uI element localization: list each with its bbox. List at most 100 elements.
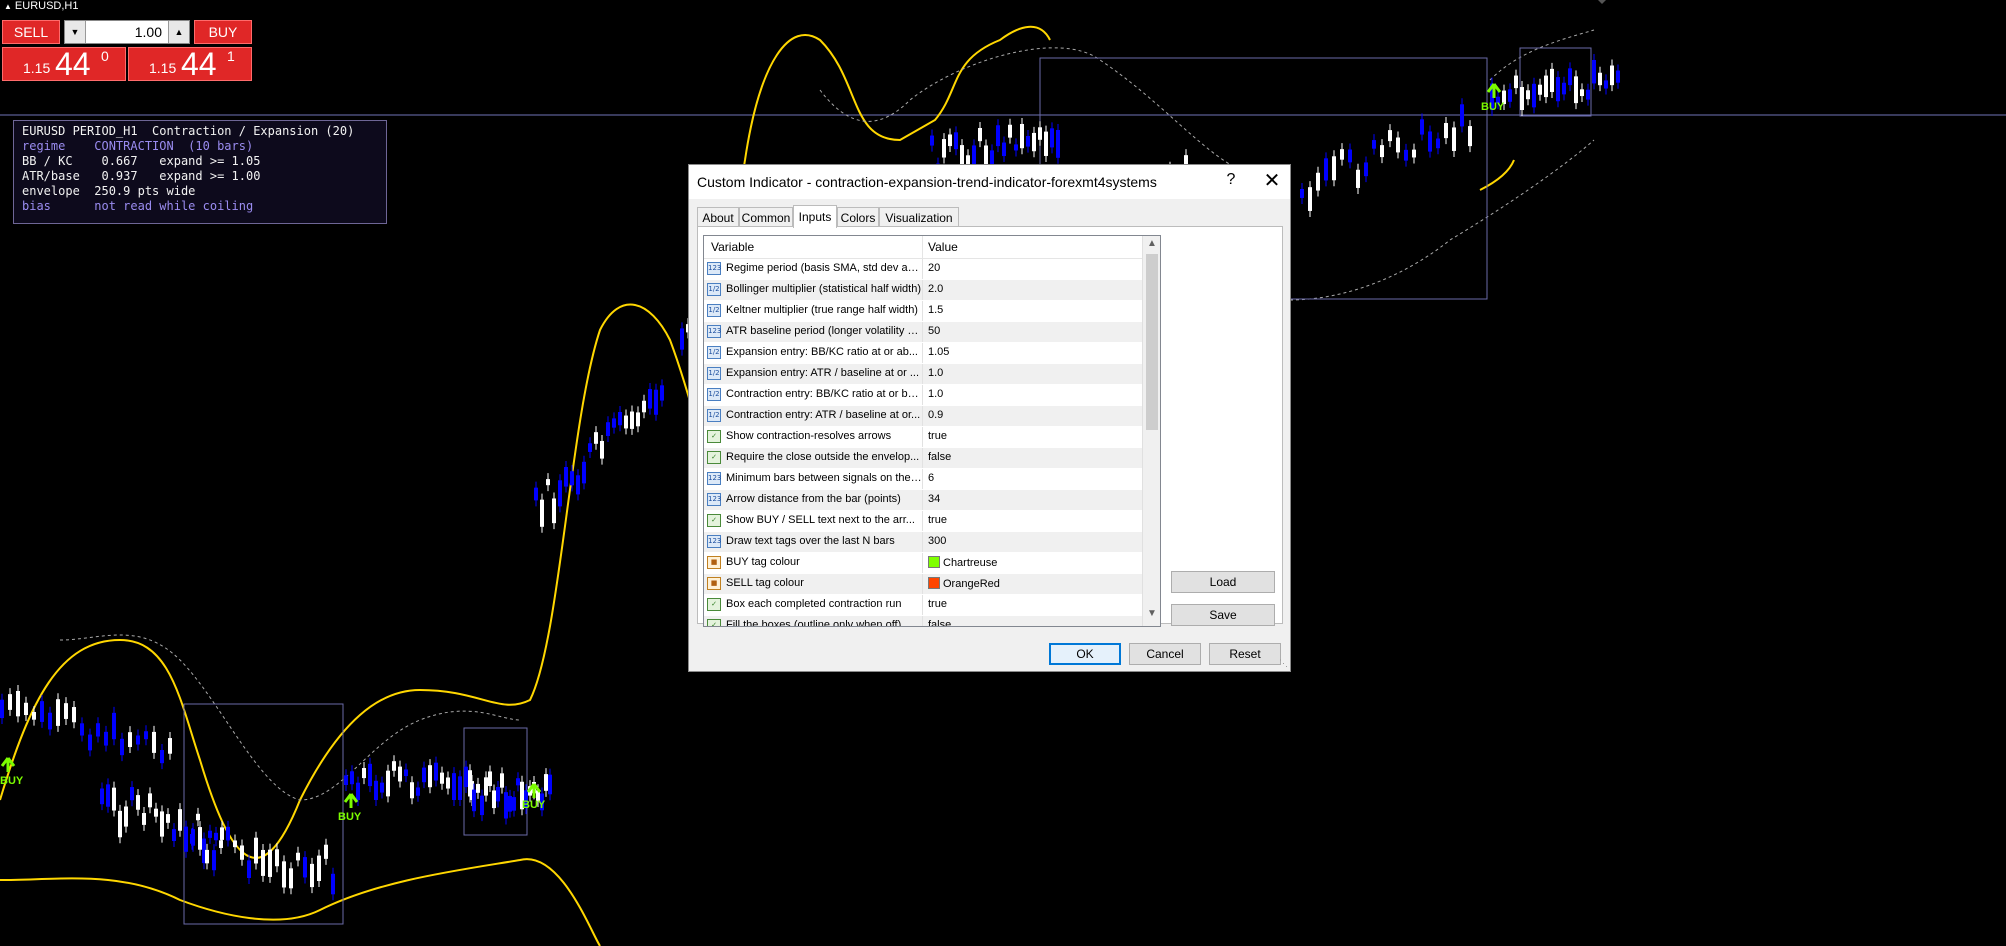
tab-common[interactable]: Common bbox=[739, 207, 793, 227]
param-row[interactable]: 123 Arrow distance from the bar (points) 3… bbox=[704, 490, 1142, 511]
indicator-info-panel: EURUSD PERIOD_H1 Contraction / Expansion… bbox=[13, 120, 387, 224]
keltner-channel-line bbox=[59, 634, 521, 801]
scroll-down-icon[interactable]: ▼ bbox=[1143, 608, 1160, 624]
param-name: Contraction entry: BB/KC ratio at or be.… bbox=[726, 388, 922, 400]
cancel-button[interactable]: Cancel bbox=[1129, 643, 1201, 665]
color-swatch bbox=[928, 556, 940, 568]
buy-signal[interactable]: BUY bbox=[0, 757, 24, 787]
save-button[interactable]: Save bbox=[1171, 604, 1275, 626]
column-header-value[interactable]: Value bbox=[928, 240, 958, 254]
candle-body bbox=[416, 787, 420, 796]
candle-body bbox=[954, 132, 958, 150]
dialog-titlebar[interactable]: Custom Indicator - contraction-expansion… bbox=[689, 165, 1290, 199]
lot-increase-icon[interactable]: ▲ bbox=[168, 21, 189, 43]
candle-body bbox=[1514, 75, 1518, 89]
load-button[interactable]: Load bbox=[1171, 571, 1275, 593]
param-row[interactable]: ✓ Show contraction-resolves arrows true bbox=[704, 427, 1142, 448]
candle-body bbox=[446, 777, 450, 789]
grid-scrollbar[interactable]: ▲ ▼ bbox=[1142, 236, 1160, 626]
param-name: SELL tag colour bbox=[726, 577, 804, 589]
param-value[interactable]: 1.0 bbox=[928, 367, 943, 379]
param-row[interactable]: ✓ Require the close outside the envelop..… bbox=[704, 448, 1142, 469]
candle-body bbox=[588, 443, 592, 452]
resize-grip-icon[interactable]: ⋱ bbox=[1279, 658, 1288, 669]
param-row[interactable]: ✓ Fill the boxes (outline only when off) f… bbox=[704, 616, 1142, 626]
info-header: EURUSD PERIOD_H1 Contraction / Expansion… bbox=[22, 124, 355, 138]
param-row[interactable]: 1/2 Bollinger multiplier (statistical hal… bbox=[704, 280, 1142, 301]
candle-body bbox=[642, 400, 646, 413]
param-row[interactable]: 1/2 Expansion entry: ATR / baseline at or… bbox=[704, 364, 1142, 385]
param-row[interactable]: 1/2 Expansion entry: BB/KC ratio at or ab… bbox=[704, 343, 1142, 364]
sell-price[interactable]: 1.15 44 0 bbox=[2, 46, 126, 82]
param-name: Draw text tags over the last N bars bbox=[726, 535, 895, 547]
param-type-int-icon: 123 bbox=[707, 493, 721, 506]
lot-decrease-icon[interactable]: ▼ bbox=[65, 21, 86, 43]
param-value-text: 6 bbox=[928, 472, 935, 484]
param-value[interactable]: true bbox=[928, 598, 947, 610]
param-row[interactable]: ■ SELL tag colour OrangeRed bbox=[704, 574, 1142, 595]
param-row[interactable]: 123 ATR baseline period (longer volatilit… bbox=[704, 322, 1142, 343]
tab-about[interactable]: About bbox=[697, 207, 739, 227]
sell-button[interactable]: SELL bbox=[2, 20, 60, 44]
buy-button[interactable]: BUY bbox=[194, 20, 252, 44]
param-value[interactable]: 0.9 bbox=[928, 409, 943, 421]
param-value[interactable]: 50 bbox=[928, 325, 940, 337]
param-value[interactable]: true bbox=[928, 514, 947, 526]
param-row[interactable]: 123 Regime period (basis SMA, std dev an.… bbox=[704, 259, 1142, 280]
param-row[interactable]: ✓ Box each completed contraction run true bbox=[704, 595, 1142, 616]
param-row[interactable]: 1/2 Contraction entry: ATR / baseline at … bbox=[704, 406, 1142, 427]
buy-price[interactable]: 1.15 44 1 bbox=[128, 46, 252, 82]
column-header-variable[interactable]: Variable bbox=[711, 240, 754, 254]
inputs-grid[interactable]: Variable Value 123 Regime period (basis S… bbox=[703, 235, 1161, 627]
param-type-dbl-icon: 1/2 bbox=[707, 346, 721, 359]
scrollbar-thumb[interactable] bbox=[1146, 254, 1158, 430]
collapse-triangle-icon[interactable]: ▲ bbox=[4, 2, 12, 11]
tab-visualization[interactable]: Visualization bbox=[879, 207, 959, 227]
param-value[interactable]: 1.05 bbox=[928, 346, 949, 358]
candle-body bbox=[546, 479, 550, 486]
param-value[interactable]: 300 bbox=[928, 535, 946, 547]
param-value[interactable]: 6 bbox=[928, 472, 934, 484]
candle-body bbox=[1598, 72, 1602, 86]
param-value[interactable]: 20 bbox=[928, 262, 940, 274]
tab-colors[interactable]: Colors bbox=[837, 207, 879, 227]
candle-body bbox=[64, 703, 68, 719]
ok-button[interactable]: OK bbox=[1049, 643, 1121, 665]
sell-price-prefix: 1.15 bbox=[23, 60, 51, 76]
close-icon[interactable]: ✕ bbox=[1261, 168, 1283, 193]
param-value[interactable]: Chartreuse bbox=[928, 556, 997, 569]
param-value[interactable]: true bbox=[928, 430, 947, 442]
lot-size-stepper[interactable]: ▼ 1.00 ▲ bbox=[64, 20, 190, 44]
param-value[interactable]: false bbox=[928, 451, 951, 463]
param-row[interactable]: 1/2 Contraction entry: BB/KC ratio at or … bbox=[704, 385, 1142, 406]
param-row[interactable]: 1/2 Keltner multiplier (true range half w… bbox=[704, 301, 1142, 322]
tab-inputs[interactable]: Inputs bbox=[793, 205, 837, 228]
candle-body bbox=[374, 780, 378, 800]
param-row[interactable]: ✓ Show BUY / SELL text next to the arr...… bbox=[704, 511, 1142, 532]
reset-button[interactable]: Reset bbox=[1209, 643, 1281, 665]
candle-body bbox=[1574, 76, 1578, 104]
help-icon[interactable]: ? bbox=[1221, 171, 1241, 189]
candle-body bbox=[254, 837, 258, 864]
candle-body bbox=[636, 412, 640, 427]
candle-body bbox=[1460, 104, 1464, 127]
candle-body bbox=[1562, 82, 1566, 95]
param-value-text: 1.0 bbox=[928, 367, 944, 379]
param-value[interactable]: 34 bbox=[928, 493, 940, 505]
scroll-up-icon[interactable]: ▲ bbox=[1143, 238, 1160, 254]
param-row[interactable]: 123 Minimum bars between signals on the s… bbox=[704, 469, 1142, 490]
lot-size-input[interactable]: 1.00 bbox=[86, 24, 168, 40]
param-value[interactable]: 1.5 bbox=[928, 304, 943, 316]
param-value[interactable]: 1.0 bbox=[928, 388, 943, 400]
candle-body bbox=[154, 808, 158, 817]
param-row[interactable]: 123 Draw text tags over the last N bars 30… bbox=[704, 532, 1142, 553]
param-value[interactable]: OrangeRed bbox=[928, 577, 1000, 590]
candle-body bbox=[112, 787, 116, 811]
param-value[interactable]: false bbox=[928, 619, 951, 626]
param-value-text: true bbox=[928, 514, 947, 526]
symbol-text: EURUSD,H1 bbox=[14, 0, 79, 12]
param-type-dbl-icon: 1/2 bbox=[707, 304, 721, 317]
candle-body bbox=[1044, 131, 1048, 156]
param-row[interactable]: ■ BUY tag colour Chartreuse bbox=[704, 553, 1142, 574]
param-value[interactable]: 2.0 bbox=[928, 283, 943, 295]
